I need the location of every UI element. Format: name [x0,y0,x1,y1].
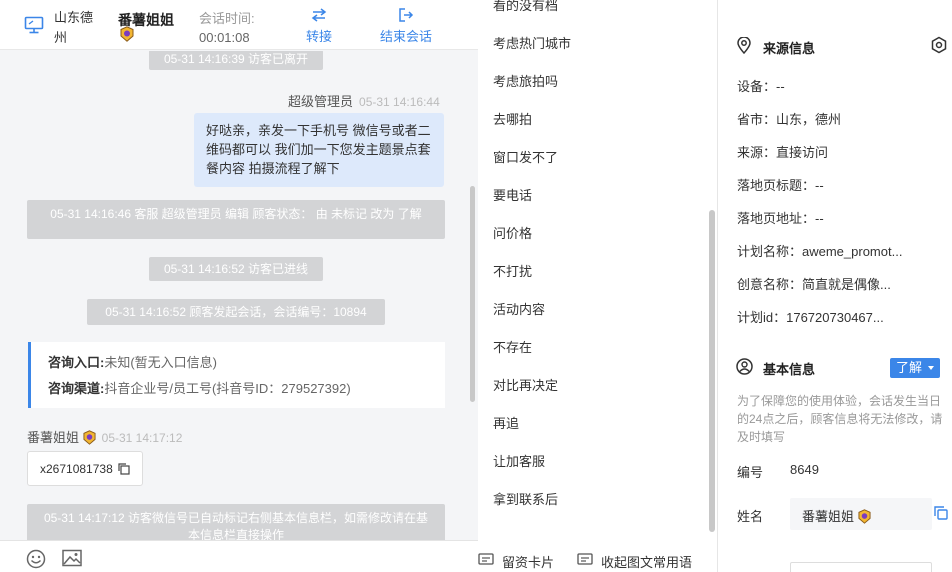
edit-notice: 为了保障您的使用体验，会话发生当日的24点之后，顾客信息将无法修改，请及时填写 [737,394,943,444]
next-input-field[interactable] [790,562,932,572]
phrase-item[interactable]: 问价格 [493,223,532,242]
number-label: 编号 [737,465,764,480]
message-icon [577,553,593,565]
phrase-item[interactable]: 不打扰 [493,261,532,280]
leave-card-label: 留资卡片 [502,555,555,570]
agent-message-time: 05-31 14:16:44 [359,95,440,109]
caret-down-icon [928,366,934,370]
agent-message-bubble: 好哒亲，亲发一下手机号 微信号或者二维码都可以 我们加一下您发主题景点套餐内容 … [194,113,444,187]
phrase-item[interactable]: 考虑热门城市 [493,33,571,52]
source-info-label: 来源信息 [763,41,816,56]
location-pin-icon [737,37,751,54]
visitor-location: 山东德州 [54,10,94,45]
consult-entry-value: 未知(暂无入口信息) [104,355,218,370]
system-message: 05-31 14:16:52 顾客发起会话，会话编号：10894 [87,299,385,325]
douyin-badge-icon [83,430,96,445]
transfer-button[interactable]: 转接 [306,8,332,45]
collapse-phrases-button[interactable]: 收起图文常用语 [577,552,692,571]
phrase-item[interactable]: 不存在 [493,337,532,356]
monitor-icon [24,16,44,34]
transfer-label: 转接 [306,29,333,44]
basic-info-label: 基本信息 [763,362,816,377]
number-value: 8649 [790,462,819,477]
visitor-sender-name: 番薯姐姐 [27,430,80,445]
wechat-id-message[interactable]: x2671081738 [27,451,143,486]
customer-info-panel: 来源信息 设备：-- 省市：山东，德州 来源：直接访问 落地页标题：-- 落地页… [718,0,952,572]
phrase-scrollbar[interactable] [709,210,715,532]
phrase-item[interactable]: 要电话 [493,185,532,204]
consult-entry-label: 咨询入口: [48,355,105,370]
image-icon[interactable] [62,549,82,567]
system-message: 05-31 14:16:46 客服 超级管理员 编辑 顾客状态： 由 未标记 改… [27,200,445,239]
gear-icon[interactable] [930,36,948,54]
landing-title-field: 落地页标题：-- [737,178,824,193]
chat-message-list[interactable]: 05-31 14:16:39 访客已离开 超级管理员 05-31 14:16:44… [0,51,478,540]
phrase-item[interactable]: 看的没有档 [493,0,558,14]
copy-icon[interactable] [118,463,130,475]
system-message: 05-31 14:17:12 访客微信号已自动标记右侧基本信息栏，如需修改请在基… [27,504,445,540]
customer-status-value: 了解 [896,360,923,375]
name-field-value: 番薯姐姐 [802,509,855,524]
end-session-label: 结束会话 [380,29,433,44]
phrase-item[interactable]: 让加客服 [493,451,545,470]
device-field: 设备：-- [737,79,785,94]
emoji-icon[interactable] [26,549,46,569]
wechat-id-text: x2671081738 [40,462,113,476]
consult-entry-card: 咨询入口:未知(暂无入口信息) 咨询渠道:抖音企业号/员工号(抖音号ID：279… [28,342,445,408]
phrase-item[interactable]: 去哪拍 [493,109,532,128]
card-icon [478,553,494,565]
end-session-button[interactable]: 结束会话 [380,8,432,45]
system-message: 05-31 14:16:39 访客已离开 [149,51,323,70]
phrase-item[interactable]: 考虑旅拍吗 [493,71,558,90]
visitor-message-time: 05-31 14:17:12 [101,431,183,445]
consult-channel-row: 咨询渠道:抖音企业号/员工号(抖音号ID：279527392) [48,376,445,402]
collapse-phrases-label: 收起图文常用语 [601,555,693,570]
province-city-field: 省市：山东，德州 [737,112,842,127]
agent-sender-name: 超级管理员 [288,94,354,109]
chat-scrollbar[interactable] [470,186,475,402]
phrase-item[interactable]: 活动内容 [493,299,545,318]
chat-panel: 山东德州 番薯姐姐 会话时间: 00:01:08 转接 结束会话 05-31 1… [0,0,478,572]
name-field[interactable]: 番薯姐姐 [790,498,932,530]
leave-card-button[interactable]: 留资卡片 [478,552,554,571]
landing-url-field: 落地页地址：-- [737,211,824,226]
copy-icon[interactable] [934,506,948,520]
creative-name-field: 创意名称：简直就是偶像... [737,277,891,292]
consult-channel-label: 咨询渠道: [48,381,105,396]
system-message: 05-31 14:16:52 访客已进线 [149,257,323,281]
chat-header: 山东德州 番薯姐姐 会话时间: 00:01:08 转接 结束会话 [0,0,478,50]
app-window: 山东德州 番薯姐姐 会话时间: 00:01:08 转接 结束会话 05-31 1… [0,0,952,572]
session-time-value: 00:01:08 [199,30,250,45]
transfer-icon [311,8,327,22]
phrase-item[interactable]: 拿到联系后 [493,489,558,508]
session-time-label: 会话时间: [199,11,255,26]
douyin-badge-icon [858,509,871,524]
douyin-badge-icon [120,26,134,42]
visitor-message-meta: 番薯姐姐 05-31 14:17:12 [27,427,182,446]
phrase-item[interactable]: 窗口发不了 [493,147,558,166]
basic-info-title: 基本信息 [736,358,816,378]
agent-message-meta: 超级管理员 05-31 14:16:44 [288,91,440,110]
name-label: 姓名 [737,509,764,524]
quick-phrase-panel: 看的没有档 考虑热门城市 考虑旅拍吗 去哪拍 窗口发不了 要电话 问价格 不打扰… [478,0,718,572]
chat-toolbar [0,540,478,572]
user-circle-icon [736,358,753,375]
source-field: 来源：直接访问 [737,145,829,160]
plan-id-field: 计划id：176720730467... [737,310,884,325]
exit-icon [399,8,414,22]
phrase-item[interactable]: 对比再决定 [493,375,558,394]
phrase-item[interactable]: 再追 [493,413,519,432]
consult-channel-value: 抖音企业号/员工号(抖音号ID：279527392) [104,381,351,396]
source-info-title: 来源信息 [736,37,816,57]
plan-name-field: 计划名称：aweme_promot... [737,244,903,259]
consult-entry-row: 咨询入口:未知(暂无入口信息) [48,350,445,376]
customer-status-select[interactable]: 了解 [890,358,940,378]
